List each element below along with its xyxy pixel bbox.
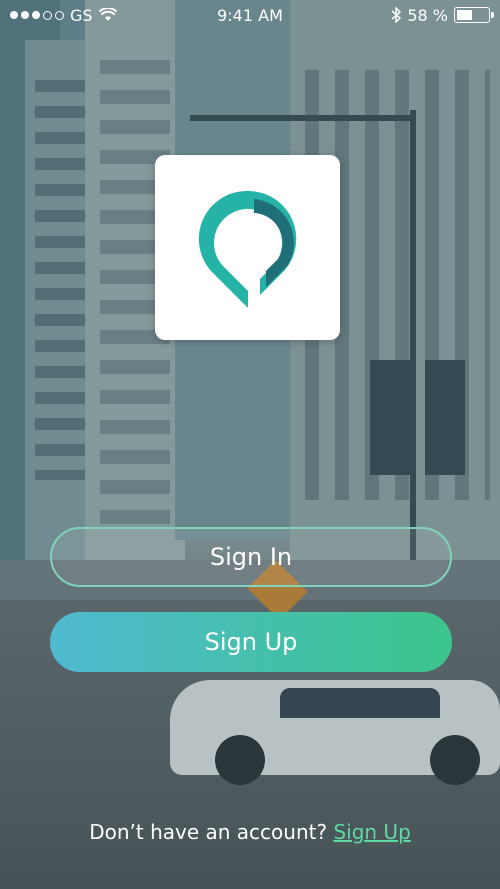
map-pin-logo-icon [198, 190, 296, 308]
battery-icon [454, 7, 494, 23]
status-bar: GS 9:41 AM 58 % [0, 0, 500, 30]
bluetooth-icon [391, 7, 402, 23]
signup-prompt-text: Don’t have an account? [89, 820, 328, 844]
carrier-name: GS [70, 5, 93, 25]
sign-in-button[interactable]: Sign In [50, 527, 452, 587]
sign-up-link[interactable]: Sign Up [333, 820, 410, 844]
signal-strength-icon [10, 10, 64, 20]
background-city-photo [0, 0, 500, 889]
signup-prompt: Don’t have an account? Sign Up [0, 820, 500, 844]
battery-percentage: 58 % [407, 5, 448, 25]
wifi-icon [98, 8, 117, 21]
sign-up-button[interactable]: Sign Up [50, 612, 452, 672]
app-logo [155, 155, 340, 340]
